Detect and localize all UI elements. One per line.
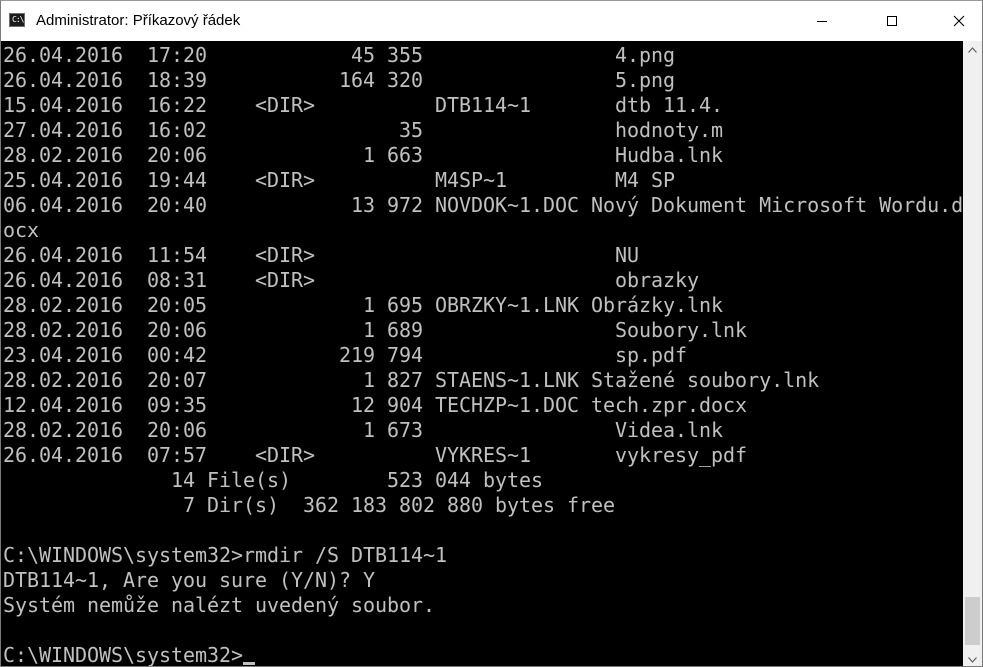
cmd-icon[interactable]: C:\ <box>9 13 25 27</box>
console-line: DTB114~1, Are you sure (Y/N)? Y <box>3 568 376 592</box>
console-line <box>1 618 963 643</box>
prompt-text: C:\WINDOWS\system32> <box>3 643 244 667</box>
console-line: C:\WINDOWS\system32>rmdir /S DTB114~1 <box>3 543 448 567</box>
console-line: 7 Dir(s) 362 183 802 880 bytes free <box>3 493 616 517</box>
scroll-up-button[interactable] <box>963 41 982 58</box>
console-line: 28.02.2016 20:06 1 673 Videa.lnk <box>3 418 724 442</box>
console-line: ocx <box>3 218 40 242</box>
console-line: 28.02.2016 20:05 1 695 OBRZKY~1.LNK Obrá… <box>3 293 724 317</box>
console-line: 26.04.2016 07:57 <DIR> VYKRES~1 vykresy_… <box>3 443 748 467</box>
console-line: 26.04.2016 18:39 164 320 5.png <box>3 68 676 92</box>
console-line: 26.04.2016 08:31 <DIR> obrazky <box>3 268 700 292</box>
console-line: 27.04.2016 16:02 35 hodnoty.m <box>3 118 724 142</box>
console-line: 28.02.2016 20:06 1 689 Soubory.lnk <box>3 318 748 342</box>
minimize-button[interactable] <box>799 1 845 40</box>
console-line: 15.04.2016 16:22 <DIR> DTB114~1 dtb 11.4… <box>3 93 724 117</box>
console-line: 12.04.2016 09:35 12 904 TECHZP~1.DOC tec… <box>3 393 748 417</box>
console-line: 25.04.2016 19:44 <DIR> M4SP~1 M4 SP <box>3 168 676 192</box>
console-line: 26.04.2016 17:20 45 355 4.png <box>3 43 676 67</box>
close-button[interactable] <box>936 1 982 40</box>
maximize-icon <box>887 15 897 26</box>
console-line: 26.04.2016 11:54 <DIR> NU <box>3 243 640 267</box>
console-output[interactable]: 26.04.2016 17:20 45 355 4.png 26.04.2016… <box>1 41 963 667</box>
vertical-scrollbar[interactable] <box>963 41 982 666</box>
console-line <box>1 518 963 543</box>
text-cursor <box>243 662 256 665</box>
title-bar[interactable]: C:\ Administrator: Příkazový řádek <box>1 1 982 40</box>
console-line: 14 File(s) 523 044 bytes <box>3 468 544 492</box>
console-line: 28.02.2016 20:07 1 827 STAENS~1.LNK Staž… <box>3 368 820 392</box>
minimize-icon <box>817 20 827 22</box>
command-prompt-window: C:\ Administrator: Příkazový řádek 26.04… <box>0 0 983 667</box>
console-line: 23.04.2016 00:42 219 794 sp.pdf <box>3 343 688 367</box>
console-line: 06.04.2016 20:40 13 972 NOVDOK~1.DOC Nov… <box>3 193 963 217</box>
scrollbar-thumb[interactable] <box>965 597 980 645</box>
window-title: Administrator: Příkazový řádek <box>36 12 241 29</box>
command-prompt-line[interactable]: C:\WINDOWS\system32> <box>1 643 963 667</box>
scroll-up-arrow-icon <box>968 46 977 53</box>
console-line: Systém nemůže nalézt uvedený soubor. <box>3 593 436 617</box>
scroll-down-arrow-icon <box>968 656 977 663</box>
console-line: 28.02.2016 20:06 1 663 Hudba.lnk <box>3 143 724 167</box>
maximize-button[interactable] <box>869 1 915 40</box>
close-icon <box>953 15 965 26</box>
scroll-down-button[interactable] <box>963 651 982 666</box>
